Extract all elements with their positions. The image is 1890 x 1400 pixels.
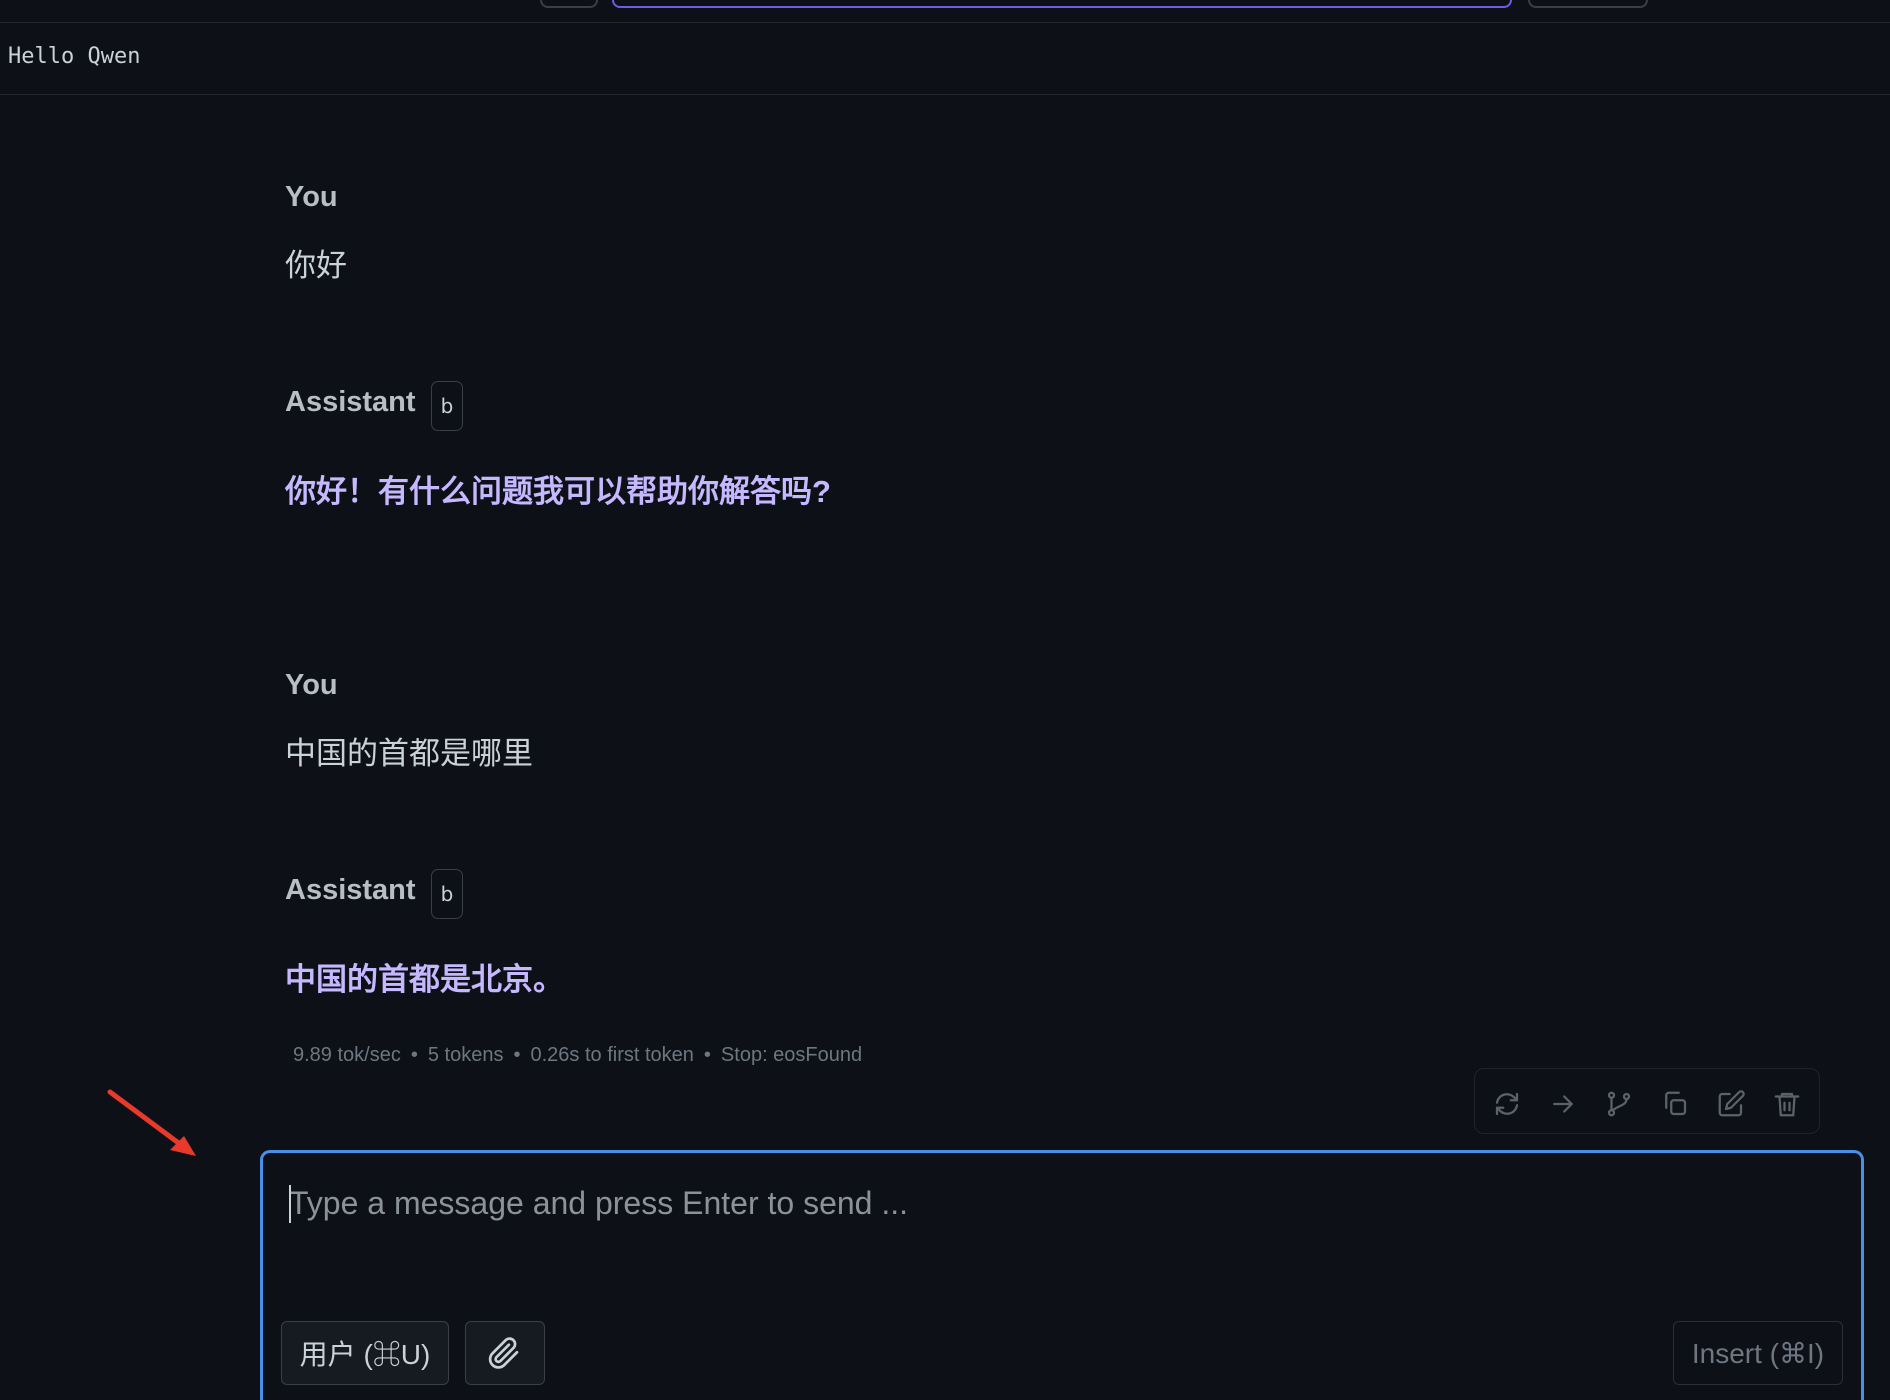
message-role-assistant: Assistant [285,874,416,906]
attach-button[interactable] [465,1321,545,1385]
trash-icon[interactable] [1772,1089,1802,1119]
message-role-user: You [285,181,338,213]
stat-speed: 9.89 tok/sec [293,1044,401,1066]
message-role-user: You [285,669,338,701]
top-control-left[interactable] [540,0,598,8]
stat-separator: • [410,1044,418,1066]
user-message-text: 中国的首都是哪里 [285,736,533,771]
stat-tokens: 5 tokens [427,1044,504,1066]
message-action-toolbar [1474,1068,1820,1134]
stat-stop-reason: Stop: eosFound [720,1044,863,1066]
top-control-right[interactable] [1528,0,1648,8]
assistant-message-text: 你好！有什么问题我可以帮助你解答吗? [285,474,831,509]
model-badge: b [431,381,463,431]
annotation-arrow [107,1089,196,1156]
text-caret [289,1185,291,1223]
user-message-text: 你好 [285,248,347,283]
edit-icon[interactable] [1716,1089,1746,1119]
generation-stats: 9.89 tok/sec • 5 tokens • 0.26s to first tok… [293,1044,862,1067]
branch-icon[interactable] [1604,1089,1634,1119]
top-toolbar [0,0,1890,23]
regenerate-icon[interactable] [1492,1089,1522,1119]
stat-separator: • [513,1044,521,1066]
continue-arrow-icon[interactable] [1548,1089,1578,1119]
model-selector[interactable] [612,0,1512,8]
assistant-message-text: 中国的首都是北京。 [285,962,564,997]
copy-icon[interactable] [1660,1089,1690,1119]
message-input[interactable] [287,1177,1831,1229]
paperclip-icon [487,1335,523,1371]
stat-first-token: 0.26s to first token [530,1044,694,1066]
message-composer: 用户 (⌘U) Insert (⌘I) [260,1150,1864,1400]
insert-button[interactable]: Insert (⌘I) [1673,1321,1843,1385]
role-toggle-button[interactable]: 用户 (⌘U) [281,1321,449,1385]
app-root: Hello Qwen You 你好 Assistant b 你好！有什么问题我可… [0,0,1890,1400]
message-role-assistant: Assistant [285,386,416,418]
chat-title: Hello Qwen [8,44,141,69]
stat-separator: • [703,1044,711,1066]
title-divider [0,94,1890,95]
model-badge: b [431,869,463,919]
